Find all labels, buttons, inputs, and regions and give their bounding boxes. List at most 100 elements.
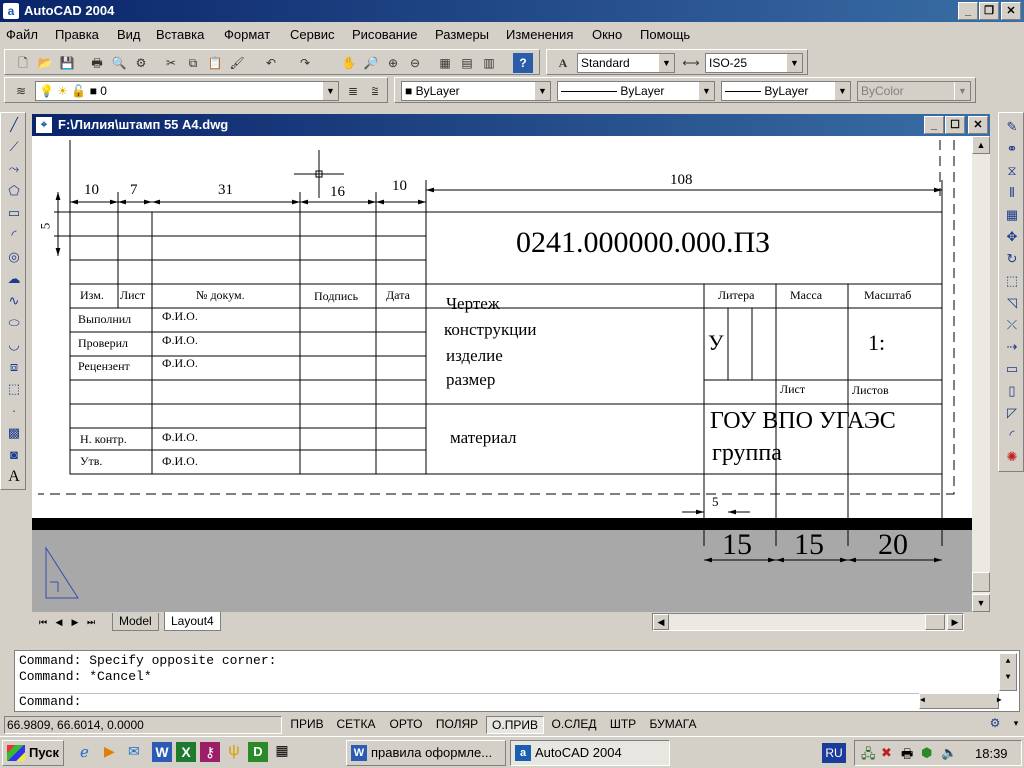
access-icon[interactable]: ⚷: [200, 742, 220, 762]
grid-toggle[interactable]: СЕТКА: [330, 716, 382, 734]
excel-icon[interactable]: X: [176, 742, 196, 762]
drawing-minimize-button[interactable]: _: [924, 116, 944, 134]
mirror-icon[interactable]: ⧖: [1002, 161, 1022, 181]
erase-icon[interactable]: ✎: [1002, 117, 1022, 137]
tab-prev-icon[interactable]: ◀: [52, 614, 66, 630]
ortho-toggle[interactable]: ОРТО: [384, 716, 428, 734]
linetype-select[interactable]: ByLayer ▼: [557, 81, 715, 101]
line-icon[interactable]: ╱: [4, 115, 24, 135]
tab-model[interactable]: Model: [112, 613, 159, 631]
network-disconnected-icon[interactable]: ✖: [881, 745, 892, 761]
zoom-realtime-icon[interactable]: 🔎: [361, 53, 381, 73]
new-icon[interactable]: 🗋: [13, 53, 33, 73]
design-center-icon[interactable]: ▤: [457, 53, 477, 73]
menu-edit[interactable]: Правка: [55, 27, 99, 42]
chamfer-icon[interactable]: ◸: [1002, 403, 1022, 423]
construction-line-icon[interactable]: ⟋: [4, 137, 24, 157]
layer-on-icon[interactable]: 💡: [39, 84, 54, 98]
network-icon[interactable]: 🖧: [861, 745, 876, 767]
open-icon[interactable]: 📂: [35, 53, 55, 73]
paper-model-toggle[interactable]: БУМАГА: [644, 716, 702, 734]
calendar-icon[interactable]: ▦: [272, 742, 292, 762]
trim-icon[interactable]: ⤫: [1002, 315, 1022, 335]
ellipse-icon[interactable]: ⬭: [4, 313, 24, 333]
copy-object-icon[interactable]: ⚭: [1002, 139, 1022, 159]
menu-draw[interactable]: Рисование: [352, 27, 417, 42]
lineweight-select[interactable]: ByLayer ▼: [721, 81, 851, 101]
close-button[interactable]: ✕: [1001, 2, 1021, 20]
clock[interactable]: 18:39: [975, 746, 1008, 761]
chevron-down-icon[interactable]: ▼: [834, 82, 850, 100]
snap-toggle[interactable]: ПРИВ: [286, 716, 328, 734]
revision-cloud-icon[interactable]: ☁: [4, 269, 24, 289]
layer-unlock-icon[interactable]: 🔓: [71, 84, 86, 98]
otrack-toggle[interactable]: О.СЛЕД: [546, 716, 602, 734]
polygon-icon[interactable]: ⬠: [4, 181, 24, 201]
dim-style-select[interactable]: ISO-25 ▼: [705, 53, 803, 73]
layer-thaw-icon[interactable]: ☀: [57, 84, 68, 98]
hscroll-thumb[interactable]: [925, 614, 945, 630]
lineweight-toggle[interactable]: ШТР: [604, 716, 642, 734]
dim-style-icon[interactable]: ⟷: [681, 53, 701, 73]
scroll-left-icon[interactable]: ◀: [653, 614, 669, 630]
drawing-close-button[interactable]: ✕: [968, 116, 988, 134]
communication-center-icon[interactable]: ⚙: [986, 716, 1004, 734]
make-block-icon[interactable]: ⬚: [4, 379, 24, 399]
scroll-up-icon[interactable]: ▲: [972, 136, 990, 154]
antivirus-icon[interactable]: ⬢: [921, 745, 932, 761]
scale-icon[interactable]: ⬚: [1002, 271, 1022, 291]
word-icon[interactable]: W: [152, 742, 172, 762]
hatch-icon[interactable]: ▩: [4, 423, 24, 443]
rectangle-icon[interactable]: ▭: [4, 203, 24, 223]
internet-explorer-icon[interactable]: ℯ: [80, 743, 100, 763]
tab-next-icon[interactable]: ▶: [68, 614, 82, 630]
autocad-app-icon[interactable]: a: [3, 3, 19, 19]
copy-icon[interactable]: ⧉: [183, 53, 203, 73]
command-hscrollbar[interactable]: ◀ ▶: [919, 693, 1002, 709]
printer-icon[interactable]: 🖶: [901, 745, 913, 767]
layer-select[interactable]: 💡 ☀ 🔓 ■ 0 ▼: [35, 81, 339, 101]
extend-icon[interactable]: ⇢: [1002, 337, 1022, 357]
point-icon[interactable]: ·: [4, 401, 24, 421]
language-indicator[interactable]: RU: [822, 743, 846, 763]
plot-preview-icon[interactable]: 🔍: [109, 53, 129, 73]
minimize-button[interactable]: _: [958, 2, 978, 20]
menu-file[interactable]: Файл: [6, 27, 38, 42]
task-autocad[interactable]: a AutoCAD 2004: [510, 740, 670, 766]
start-button[interactable]: Пуск: [2, 740, 64, 766]
menu-dimension[interactable]: Размеры: [435, 27, 489, 42]
tab-first-icon[interactable]: ⏮: [36, 614, 50, 630]
publisher-icon[interactable]: ψ: [224, 742, 244, 762]
restore-button[interactable]: ❐: [979, 2, 999, 20]
scroll-right-icon[interactable]: ▶: [947, 614, 963, 630]
task-word-document[interactable]: W правила оформле...: [346, 740, 506, 766]
ellipse-arc-icon[interactable]: ◡: [4, 335, 24, 355]
arc-icon[interactable]: ◜: [4, 225, 24, 245]
publish-icon[interactable]: ⚙: [131, 53, 151, 73]
spline-icon[interactable]: ∿: [4, 291, 24, 311]
pan-icon[interactable]: ✋: [339, 53, 359, 73]
undo-icon[interactable]: ↶: [261, 53, 281, 73]
text-style-select[interactable]: Standard ▼: [577, 53, 675, 73]
drawing-document-icon[interactable]: ⌖: [36, 117, 52, 133]
cut-icon[interactable]: ✂: [161, 53, 181, 73]
help-icon[interactable]: ?: [513, 53, 533, 73]
media-player-icon[interactable]: ▶: [104, 743, 124, 763]
move-icon[interactable]: ✥: [1002, 227, 1022, 247]
make-layer-current-icon[interactable]: ≣: [343, 81, 363, 101]
polyline-icon[interactable]: ⤳: [4, 159, 24, 179]
print-icon[interactable]: 🖶: [87, 53, 107, 73]
tab-layout4[interactable]: Layout4: [164, 612, 221, 631]
horizontal-scrollbar[interactable]: ◀ ▶: [652, 613, 964, 631]
save-icon[interactable]: 💾: [57, 53, 77, 73]
layer-previous-icon[interactable]: ⩰: [365, 81, 385, 101]
properties-icon[interactable]: ▦: [435, 53, 455, 73]
chevron-down-icon[interactable]: ▼: [534, 82, 550, 100]
chevron-down-icon[interactable]: ▼: [698, 82, 714, 100]
command-window[interactable]: Command: Specify opposite corner: Comman…: [14, 650, 1020, 712]
break-at-point-icon[interactable]: ▯: [1002, 381, 1022, 401]
polar-toggle[interactable]: ПОЛЯР: [430, 716, 484, 734]
menu-window[interactable]: Окно: [592, 27, 622, 42]
explode-icon[interactable]: ✺: [1002, 447, 1022, 467]
layer-manager-icon[interactable]: ≋: [11, 81, 31, 101]
